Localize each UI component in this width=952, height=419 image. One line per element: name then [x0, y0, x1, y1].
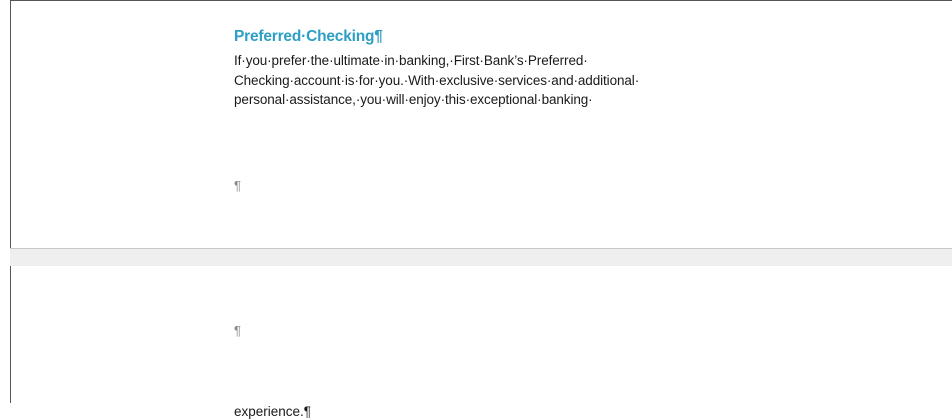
- page-break-gap: [10, 248, 952, 267]
- section-heading[interactable]: Preferred·Checking¶: [234, 28, 383, 46]
- body-text-line-2[interactable]: Checking·account·is·for·you.·With·exclus…: [234, 73, 639, 88]
- body-text-continued-line[interactable]: experience.¶: [234, 404, 311, 419]
- paragraph-mark: ¶: [303, 404, 312, 419]
- continued-line-text[interactable]: experience.: [234, 404, 304, 419]
- heading-text[interactable]: Preferred·Checking: [234, 28, 374, 45]
- document-page-2[interactable]: ¶ experience.¶: [10, 266, 952, 419]
- empty-paragraph-mark[interactable]: ¶: [234, 323, 241, 338]
- body-text-line-3[interactable]: personal·assistance,·you·will·enjoy·this…: [234, 92, 593, 107]
- document-page-1[interactable]: Preferred·Checking¶ If·you·prefer·the·ul…: [10, 0, 952, 248]
- empty-paragraph-mark[interactable]: ¶: [234, 178, 241, 193]
- body-text-line-1[interactable]: If·you·prefer·the·ultimate·in·banking,·F…: [234, 53, 588, 68]
- heading-paragraph-mark: ¶: [374, 28, 383, 45]
